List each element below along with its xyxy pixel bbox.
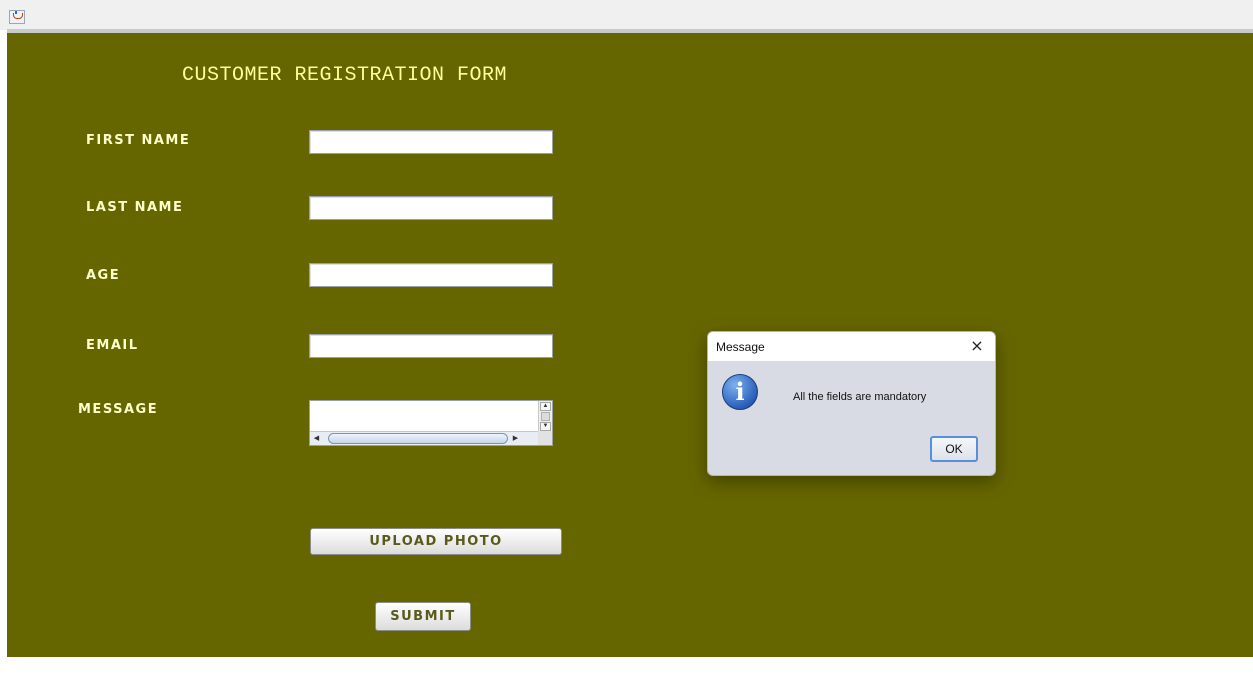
registration-form-panel <box>7 33 1253 657</box>
message-textarea[interactable]: ▲ ▼ ◀ ▶ <box>309 400 553 446</box>
first-name-label: FIRST NAME <box>86 133 191 148</box>
last-name-label: LAST NAME <box>86 200 184 215</box>
message-horizontal-scrollbar[interactable]: ◀ ▶ <box>310 431 540 445</box>
last-name-field[interactable] <box>309 196 553 220</box>
form-title: CUSTOMER REGISTRATION FORM <box>182 64 508 87</box>
window-titlebar <box>0 0 1253 30</box>
first-name-field[interactable] <box>309 130 553 154</box>
message-vertical-scrollbar[interactable]: ▲ ▼ <box>538 401 552 432</box>
scroll-down-arrow-icon[interactable]: ▼ <box>540 422 551 431</box>
horizontal-scroll-thumb[interactable] <box>328 433 508 444</box>
age-label: AGE <box>86 268 121 283</box>
scroll-up-arrow-icon[interactable]: ▲ <box>540 402 551 411</box>
dialog-titlebar: Message × <box>708 332 995 361</box>
email-field[interactable] <box>309 334 553 358</box>
ok-button[interactable]: OK <box>930 436 978 462</box>
email-label: EMAIL <box>86 338 139 353</box>
upload-photo-button[interactable]: UPLOAD PHOTO <box>310 528 562 555</box>
vertical-scroll-thumb[interactable] <box>541 412 550 421</box>
java-app-icon[interactable] <box>9 10 25 24</box>
age-field[interactable] <box>309 263 553 287</box>
message-label: MESSAGE <box>78 402 159 417</box>
scroll-left-arrow-icon[interactable]: ◀ <box>312 434 321 443</box>
submit-button[interactable]: SUBMIT <box>375 602 471 631</box>
message-dialog: Message × i All the fields are mandatory… <box>707 331 996 476</box>
dialog-message: All the fields are mandatory <box>793 391 927 403</box>
dialog-title: Message <box>716 340 765 354</box>
information-icon: i <box>722 374 758 410</box>
scrollbar-corner <box>538 431 552 445</box>
scroll-right-arrow-icon[interactable]: ▶ <box>511 434 520 443</box>
close-icon[interactable]: × <box>965 335 989 357</box>
